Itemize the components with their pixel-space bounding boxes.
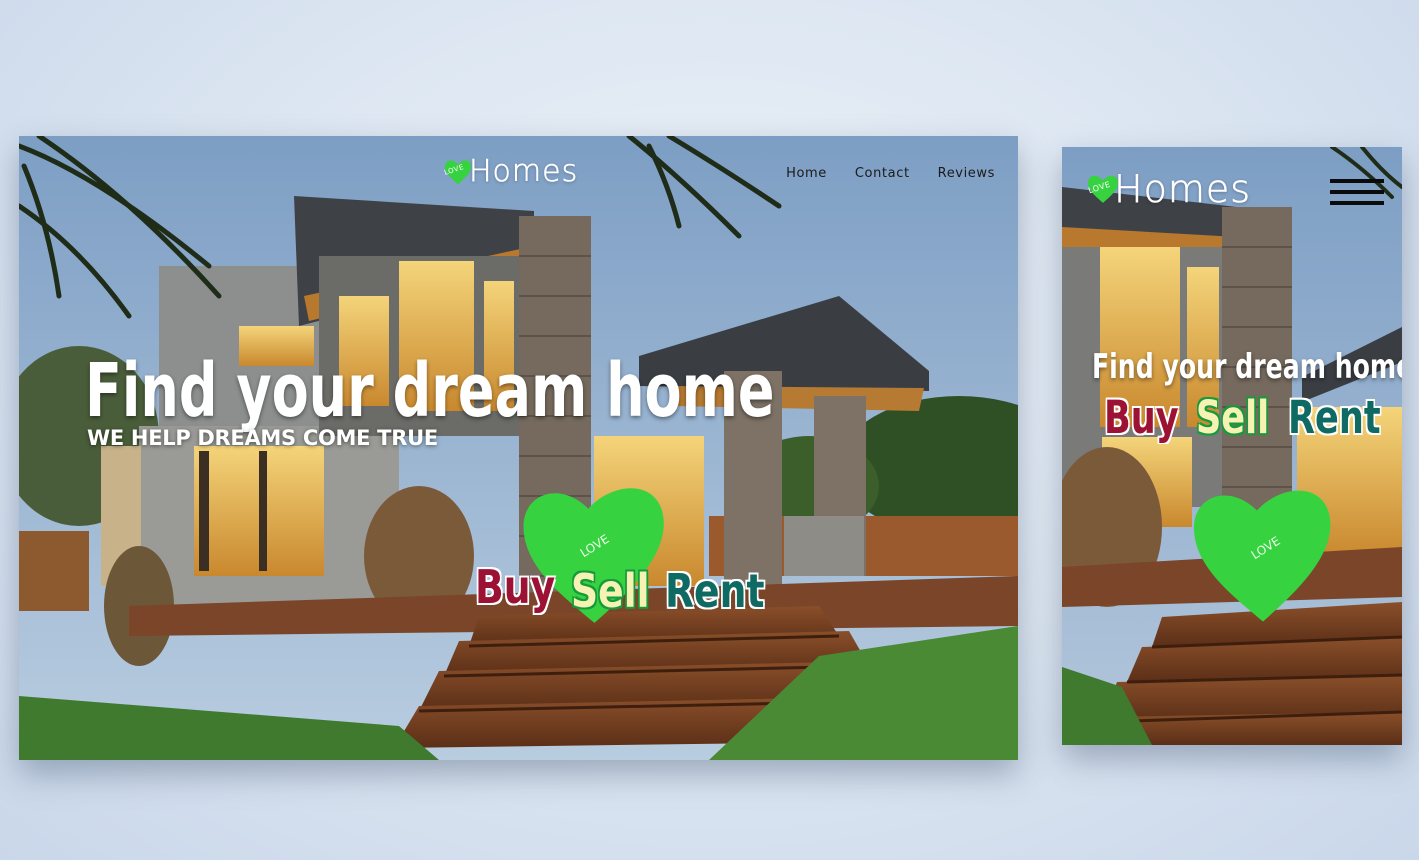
sell-link[interactable]: Sell (571, 564, 650, 618)
nav-reviews-link[interactable]: Reviews (938, 166, 995, 181)
mobile-background-photo (1062, 147, 1402, 745)
hero-subtitle: WE HELP DREAMS COME TRUE (87, 426, 438, 450)
heart-logo-icon: LOVE (443, 158, 473, 186)
mobile-hero-title: Find your dream home (1092, 347, 1402, 387)
buy-link[interactable]: Buy (475, 560, 555, 614)
rent-link[interactable]: Rent (665, 564, 765, 618)
mobile-buy-link[interactable]: Buy (1104, 391, 1179, 444)
nav-home-link[interactable]: Home (786, 166, 827, 181)
hero-title: Find your dream home (85, 348, 775, 434)
mobile-love-heart-graphic: LOVE (1188, 483, 1338, 625)
mobile-logo-wordmark: Homes (1114, 167, 1252, 212)
main-nav: Home Contact Reviews (786, 166, 995, 181)
nav-contact-link[interactable]: Contact (855, 166, 910, 181)
mobile-mockup: LOVE Homes Find your dream home Buy Sell… (1062, 147, 1402, 745)
hamburger-menu-icon[interactable] (1330, 179, 1384, 205)
brand-logo[interactable]: LOVE Homes (443, 154, 579, 190)
mobile-sell-link[interactable]: Sell (1196, 391, 1269, 444)
desktop-mockup: LOVE Homes Home Contact Reviews Find you… (19, 136, 1018, 760)
logo-wordmark: Homes (469, 154, 579, 190)
mobile-rent-link[interactable]: Rent (1288, 391, 1381, 444)
mobile-heart-logo-icon: LOVE (1086, 173, 1120, 205)
mobile-brand-logo[interactable]: LOVE Homes (1086, 167, 1252, 212)
